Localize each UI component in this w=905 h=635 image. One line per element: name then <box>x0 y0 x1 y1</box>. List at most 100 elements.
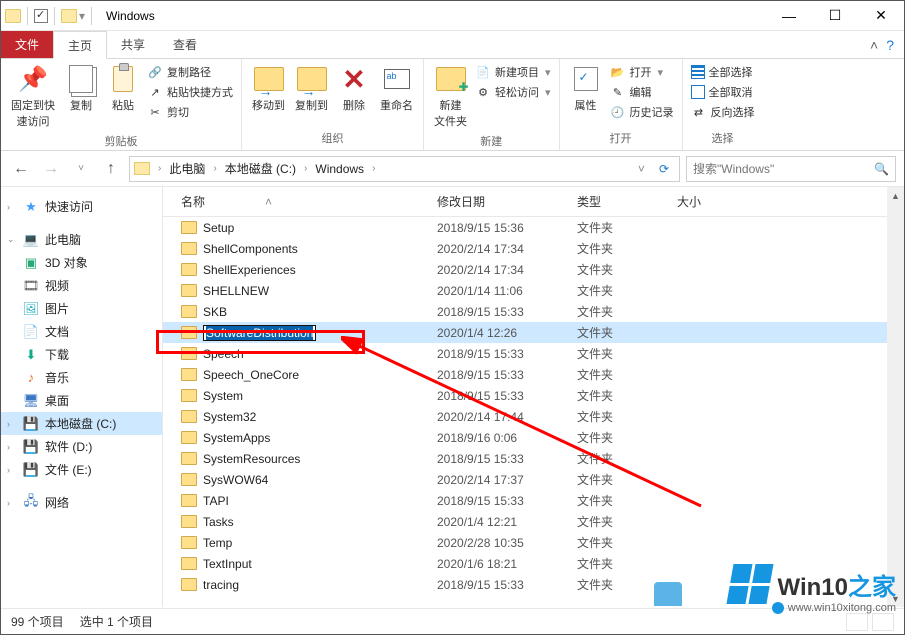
rename-button[interactable]: 重命名 <box>376 61 417 115</box>
file-type: 文件夹 <box>577 303 677 320</box>
copy-to-button[interactable]: 复制到 <box>291 61 332 115</box>
open-button[interactable]: 📂打开▾ <box>608 63 676 81</box>
file-row[interactable]: Setup2018/9/15 15:36文件夹 <box>163 217 904 238</box>
properties-button[interactable]: 属性 <box>566 61 606 115</box>
sidebar-quick-access[interactable]: ›★快速访问 <box>1 195 162 218</box>
file-date: 2018/9/15 15:33 <box>437 578 577 592</box>
copy-path-button[interactable]: 🔗复制路径 <box>145 63 235 81</box>
sidebar-pictures[interactable]: 🖼图片 <box>1 297 162 320</box>
sidebar-this-pc[interactable]: ⌄💻此电脑 <box>1 228 162 251</box>
delete-button[interactable]: ✕ 删除 <box>334 61 374 115</box>
star-icon: ★ <box>23 199 39 215</box>
maximize-button[interactable]: ☐ <box>812 1 858 31</box>
file-row[interactable]: Speech_OneCore2018/9/15 15:33文件夹 <box>163 364 904 385</box>
file-row[interactable]: Tasks2020/1/4 12:21文件夹 <box>163 511 904 532</box>
close-button[interactable]: ✕ <box>858 1 904 31</box>
crumb-pc[interactable]: 此电脑 <box>165 160 209 177</box>
tab-share[interactable]: 共享 <box>107 31 159 58</box>
file-row[interactable]: TAPI2018/9/15 15:33文件夹 <box>163 490 904 511</box>
file-type: 文件夹 <box>577 324 677 341</box>
scroll-up-icon[interactable]: ▲ <box>887 187 904 204</box>
address-bar[interactable]: › 此电脑 › 本地磁盘 (C:) › Windows › ˅ ⟳ <box>129 156 680 182</box>
file-row[interactable]: SoftwareDistribution2020/1/4 12:26文件夹 <box>163 322 904 343</box>
sidebar-3d-objects[interactable]: ▣3D 对象 <box>1 251 162 274</box>
search-icon[interactable]: 🔍 <box>874 162 889 176</box>
sidebar-documents[interactable]: 📄文档 <box>1 320 162 343</box>
sidebar-downloads[interactable]: ⬇下载 <box>1 343 162 366</box>
history-button[interactable]: 🕘历史记录 <box>608 103 676 121</box>
easy-access-button[interactable]: ⚙轻松访问▾ <box>473 83 553 101</box>
chevron-right-icon[interactable]: › <box>302 163 309 174</box>
file-row[interactable]: SysWOW642020/2/14 17:37文件夹 <box>163 469 904 490</box>
vertical-scrollbar[interactable]: ▲ ▼ <box>887 187 904 607</box>
paste-shortcut-button[interactable]: ↗粘贴快捷方式 <box>145 83 235 101</box>
invert-selection-button[interactable]: ⇄反向选择 <box>689 103 757 121</box>
new-item-button[interactable]: 📄新建项目▾ <box>473 63 553 81</box>
sidebar-music[interactable]: ♪音乐 <box>1 366 162 389</box>
recent-button[interactable]: ˅ <box>69 157 93 181</box>
search-box[interactable]: 🔍 <box>686 156 896 182</box>
group-clipboard-label: 剪贴板 <box>7 131 235 153</box>
crumb-disk[interactable]: 本地磁盘 (C:) <box>221 160 300 177</box>
sidebar-desktop[interactable]: 🖥桌面 <box>1 389 162 412</box>
qat-folder-icon[interactable] <box>61 9 77 23</box>
folder-icon <box>181 368 197 381</box>
column-type[interactable]: 类型 <box>577 193 677 210</box>
watermark-bird-icon <box>654 582 682 606</box>
chevron-right-icon[interactable]: › <box>370 163 377 174</box>
sidebar-disk-e[interactable]: ›💾文件 (E:) <box>1 458 162 481</box>
tab-home[interactable]: 主页 <box>53 31 107 59</box>
sidebar-disk-c[interactable]: ›💾本地磁盘 (C:) <box>1 412 162 435</box>
edit-icon: ✎ <box>610 84 626 100</box>
paste-button[interactable]: 粘贴 <box>103 61 143 115</box>
qat-checkbox-icon[interactable] <box>34 9 48 23</box>
help-icon[interactable]: ? <box>886 37 894 53</box>
column-date[interactable]: 修改日期 <box>437 193 577 210</box>
select-none-icon <box>691 85 705 99</box>
file-row[interactable]: ShellComponents2020/2/14 17:34文件夹 <box>163 238 904 259</box>
copy-button[interactable]: 复制 <box>61 61 101 115</box>
chevron-right-icon[interactable]: › <box>156 163 163 174</box>
file-row[interactable]: SystemApps2018/9/16 0:06文件夹 <box>163 427 904 448</box>
tab-view[interactable]: 查看 <box>159 31 211 58</box>
view-icons-button[interactable] <box>872 613 894 631</box>
view-details-button[interactable] <box>846 613 868 631</box>
ribbon-collapse-icon[interactable]: ˄ <box>870 37 878 53</box>
edit-button[interactable]: ✎编辑 <box>608 83 676 101</box>
forward-button[interactable]: → <box>39 157 63 181</box>
disk-icon: 💾 <box>23 416 39 432</box>
file-date: 2018/9/15 15:33 <box>437 452 577 466</box>
new-folder-button[interactable]: 新建 文件夹 <box>430 61 471 131</box>
select-none-button[interactable]: 全部取消 <box>689 83 757 101</box>
film-icon: 🎞 <box>23 278 39 294</box>
file-row[interactable]: SystemResources2018/9/15 15:33文件夹 <box>163 448 904 469</box>
sidebar-network[interactable]: ›🖧网络 <box>1 491 162 514</box>
sidebar-videos[interactable]: 🎞视频 <box>1 274 162 297</box>
file-row[interactable]: Temp2020/2/28 10:35文件夹 <box>163 532 904 553</box>
refresh-button[interactable]: ⟳ <box>653 162 675 176</box>
select-all-button[interactable]: 全部选择 <box>689 63 757 81</box>
cut-button[interactable]: ✂剪切 <box>145 103 235 121</box>
up-button[interactable]: ↑ <box>99 157 123 181</box>
file-row[interactable]: SHELLNEW2020/1/14 11:06文件夹 <box>163 280 904 301</box>
search-input[interactable] <box>693 162 874 176</box>
back-button[interactable]: ← <box>9 157 33 181</box>
rename-input[interactable]: SoftwareDistribution <box>203 325 316 341</box>
file-row[interactable]: System322020/2/14 17:44文件夹 <box>163 406 904 427</box>
tab-file[interactable]: 文件 <box>1 31 53 58</box>
title-bar: ▾ Windows — ☐ ✕ <box>1 1 904 31</box>
folder-icon <box>181 221 197 234</box>
file-row[interactable]: SKB2018/9/15 15:33文件夹 <box>163 301 904 322</box>
chevron-right-icon[interactable]: › <box>211 163 218 174</box>
column-size[interactable]: 大小 <box>677 193 757 210</box>
file-row[interactable]: ShellExperiences2020/2/14 17:34文件夹 <box>163 259 904 280</box>
crumb-folder[interactable]: Windows <box>311 162 368 176</box>
pin-to-quick-access-button[interactable]: 📌 固定到快 速访问 <box>7 61 59 131</box>
column-name[interactable]: 名称˄ <box>181 193 437 210</box>
move-to-button[interactable]: 移动到 <box>248 61 289 115</box>
file-row[interactable]: System2018/9/15 15:33文件夹 <box>163 385 904 406</box>
sidebar-disk-d[interactable]: ›💾软件 (D:) <box>1 435 162 458</box>
minimize-button[interactable]: — <box>766 1 812 31</box>
address-dropdown-icon[interactable]: ˅ <box>632 162 651 176</box>
file-row[interactable]: Speech2018/9/15 15:33文件夹 <box>163 343 904 364</box>
